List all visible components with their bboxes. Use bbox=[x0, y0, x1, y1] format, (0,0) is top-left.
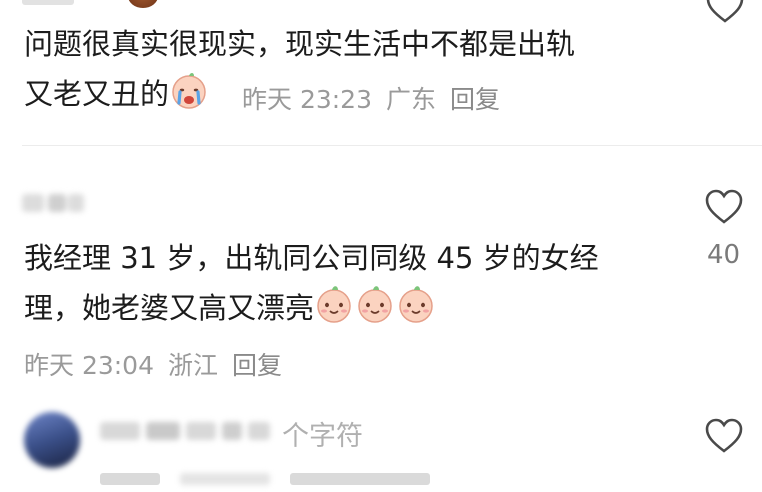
username-blurred[interactable] bbox=[100, 416, 272, 444]
divider bbox=[22, 145, 762, 146]
smiling-face-icon bbox=[317, 286, 351, 323]
cutoff-avatar bbox=[128, 0, 158, 8]
comment-text-line: 问题很真实很现实，现实生活中不都是出轨 bbox=[24, 27, 576, 61]
comment-text: 理，她老婆又高又漂亮 bbox=[24, 291, 315, 325]
cutoff-next-text bbox=[100, 462, 430, 492]
smiling-face-icon bbox=[358, 286, 392, 323]
like-heart-icon[interactable] bbox=[705, 0, 745, 26]
comment-text-line: 又老又丑的 bbox=[24, 70, 210, 118]
like-heart-icon[interactable] bbox=[704, 187, 744, 227]
smiling-face-icon bbox=[399, 286, 433, 323]
comment-time: 昨天 23:04 bbox=[24, 351, 154, 380]
avatar[interactable] bbox=[24, 412, 80, 468]
comment-location: 广东 bbox=[386, 85, 437, 114]
comment-text-line: 理，她老婆又高又漂亮 bbox=[24, 284, 437, 332]
char-count-hint: 个字符 bbox=[282, 421, 363, 452]
reply-button[interactable]: 回复 bbox=[450, 85, 500, 114]
cutoff-username bbox=[22, 0, 74, 12]
comment-text: 又老又丑的 bbox=[24, 77, 170, 111]
reply-button[interactable]: 回复 bbox=[232, 351, 282, 380]
like-heart-icon[interactable] bbox=[704, 416, 744, 456]
comment-text-line: 我经理 31 岁，出轨同公司同级 45 岁的女经 bbox=[24, 241, 599, 275]
crying-face-icon bbox=[172, 73, 206, 109]
comment-time: 昨天 23:23 bbox=[242, 85, 372, 114]
username-blurred[interactable] bbox=[22, 188, 88, 218]
like-count: 40 bbox=[707, 240, 741, 270]
comment-meta: 昨天 23:04 浙江 回复 bbox=[24, 346, 296, 382]
comment-meta: 昨天 23:23 广东 回复 bbox=[242, 80, 514, 116]
comment-location: 浙江 bbox=[168, 351, 219, 380]
